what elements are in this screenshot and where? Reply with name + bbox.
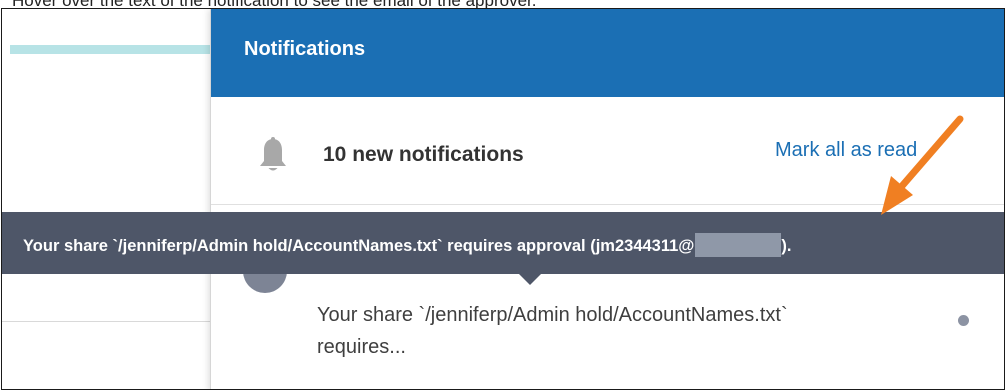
notifications-panel: Notifications 10 new notifications Mark … [210,9,1004,389]
screenshot-frame: Notifications 10 new notifications Mark … [1,8,1005,390]
tooltip-text: Your share `/jenniferp/Admin hold/Accoun… [23,233,791,257]
tooltip-text-start: Your share `/jenniferp/Admin hold/Accoun… [23,237,695,255]
tooltip-caret [519,274,541,285]
panel-divider [211,204,1004,205]
unread-dot-icon[interactable] [958,315,969,326]
tooltip: Your share `/jenniferp/Admin hold/Accoun… [2,212,1004,274]
background-divider [2,321,210,322]
tooltip-text-end: ). [781,237,792,255]
notification-text[interactable]: Your share `/jenniferp/Admin hold/Accoun… [317,299,877,363]
redacted-email-block [695,233,782,257]
bell-icon [260,137,286,171]
mark-all-as-read-link[interactable]: Mark all as read [775,139,917,162]
background-progress-bar [10,45,210,54]
notifications-title: Notifications [244,38,366,60]
notifications-header: Notifications [211,9,1004,97]
new-notifications-count: 10 new notifications [323,143,524,166]
